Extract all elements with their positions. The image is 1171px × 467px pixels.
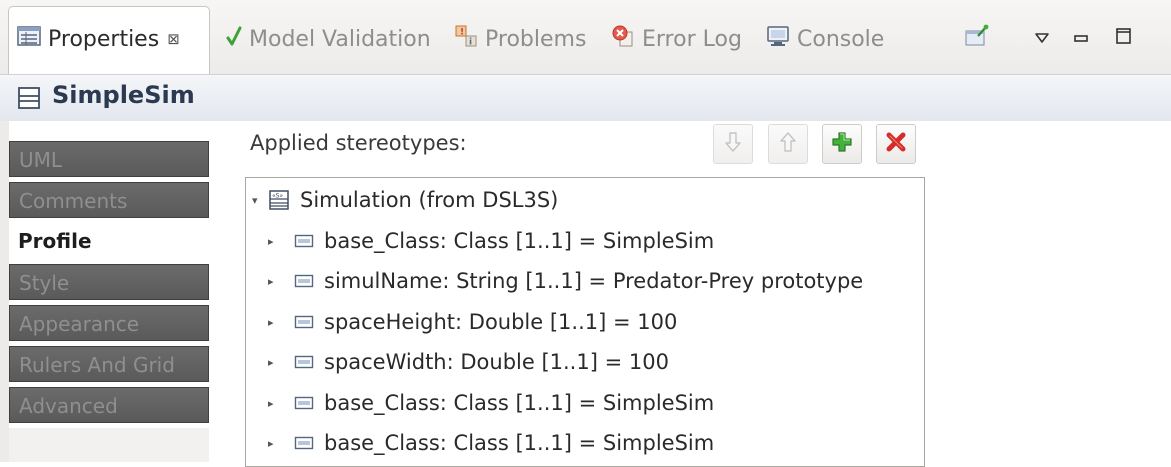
properties-icon bbox=[17, 26, 41, 52]
arrow-down-icon bbox=[724, 131, 742, 157]
tree-row-root[interactable]: ▾ «S» Simulation (from DSL3S) bbox=[252, 182, 558, 218]
stereotype-icon: «S» bbox=[268, 189, 290, 211]
tree-row-property[interactable]: ▸ spaceWidth: Double [1..1] = 100 bbox=[268, 344, 669, 380]
expand-arrow-icon[interactable]: ▸ bbox=[268, 235, 282, 248]
tab-error-log[interactable]: Error Log bbox=[611, 22, 742, 56]
move-down-button[interactable] bbox=[713, 124, 753, 164]
tree-row-property[interactable]: ▸ spaceHeight: Double [1..1] = 100 bbox=[268, 304, 677, 340]
maximize-button[interactable] bbox=[1110, 24, 1138, 52]
sidebar-item-style[interactable]: Style bbox=[9, 264, 209, 300]
tree-row-label: base_Class: Class [1..1] = SimpleSim bbox=[324, 229, 715, 253]
problems-icon: ! i bbox=[454, 24, 478, 54]
view-tab-bar: Properties ⊠ Model Validation ! i Proble… bbox=[0, 0, 1171, 75]
pin-view-button[interactable] bbox=[962, 24, 990, 52]
expand-arrow-icon[interactable]: ▸ bbox=[268, 397, 282, 410]
move-up-button[interactable] bbox=[768, 124, 808, 164]
tree-row-label: spaceHeight: Double [1..1] = 100 bbox=[324, 310, 678, 334]
tab-properties[interactable]: Properties ⊠ bbox=[17, 22, 180, 56]
arrow-up-icon bbox=[779, 131, 797, 157]
property-icon bbox=[294, 396, 314, 410]
sidebar-item-profile[interactable]: Profile bbox=[9, 223, 209, 259]
applied-stereotypes-label: Applied stereotypes: bbox=[250, 131, 467, 155]
tree-row-label: Simulation (from DSL3S) bbox=[300, 188, 559, 212]
sidebar-item-advanced[interactable]: Advanced bbox=[9, 387, 209, 423]
remove-stereotype-button[interactable] bbox=[876, 124, 916, 164]
console-icon bbox=[766, 25, 790, 53]
checkmark-icon bbox=[226, 25, 242, 53]
left-border bbox=[0, 121, 9, 462]
property-icon bbox=[294, 355, 314, 369]
svg-text:i: i bbox=[469, 38, 472, 48]
sidebar-item-rulers-and-grid[interactable]: Rulers And Grid bbox=[9, 346, 209, 382]
sidebar-item-appearance[interactable]: Appearance bbox=[9, 305, 209, 341]
expand-arrow-icon[interactable]: ▸ bbox=[268, 316, 282, 329]
view-menu-button[interactable] bbox=[1028, 24, 1056, 52]
property-icon bbox=[294, 274, 314, 288]
tab-label: Model Validation bbox=[249, 26, 431, 52]
tab-label: Error Log bbox=[642, 26, 742, 52]
expand-arrow-icon[interactable]: ▸ bbox=[268, 356, 282, 369]
svg-text:«S»: «S» bbox=[272, 193, 283, 200]
expand-arrow-icon[interactable]: ▸ bbox=[268, 437, 282, 450]
error-log-icon bbox=[611, 24, 635, 54]
tree-row-property[interactable]: ▸ base_Class: Class [1..1] = SimpleSim bbox=[268, 425, 714, 461]
minimize-icon bbox=[1073, 29, 1089, 48]
sidebar-item-uml[interactable]: UML bbox=[9, 141, 209, 177]
properties-header: SimpleSim bbox=[0, 74, 1171, 122]
tree-row-label: base_Class: Class [1..1] = SimpleSim bbox=[324, 431, 715, 455]
tree-row-label: spaceWidth: Double [1..1] = 100 bbox=[324, 350, 669, 374]
class-icon bbox=[17, 86, 41, 114]
add-stereotype-button[interactable] bbox=[822, 124, 862, 164]
sidebar-item-comments[interactable]: Comments bbox=[9, 182, 209, 218]
sidebar-filler bbox=[9, 428, 209, 462]
tab-label: Properties bbox=[48, 26, 160, 52]
tab-console[interactable]: Console bbox=[766, 22, 884, 56]
tree-row-property[interactable]: ▸ simulName: String [1..1] = Predator-Pr… bbox=[268, 263, 863, 299]
tree-row-label: simulName: String [1..1] = Predator-Prey… bbox=[324, 269, 864, 293]
svg-text:!: ! bbox=[460, 28, 464, 38]
tree-row-property[interactable]: ▸ base_Class: Class [1..1] = SimpleSim bbox=[268, 385, 714, 421]
tree-row-property[interactable]: ▸ base_Class: Class [1..1] = SimpleSim bbox=[268, 223, 714, 259]
close-icon[interactable]: ⊠ bbox=[167, 30, 180, 48]
pin-icon bbox=[963, 24, 989, 52]
tab-label: Problems bbox=[485, 26, 587, 52]
tab-problems[interactable]: ! i Problems bbox=[454, 22, 586, 56]
page-title: SimpleSim bbox=[52, 81, 195, 109]
property-icon bbox=[294, 234, 314, 248]
chevron-down-icon bbox=[1034, 29, 1050, 48]
property-icon bbox=[294, 315, 314, 329]
delete-icon bbox=[885, 131, 907, 157]
tree-row-label: base_Class: Class [1..1] = SimpleSim bbox=[324, 391, 715, 415]
maximize-icon bbox=[1115, 27, 1133, 49]
tab-label: Console bbox=[797, 26, 885, 52]
minimize-button[interactable] bbox=[1067, 24, 1095, 52]
property-icon bbox=[294, 436, 314, 450]
tab-model-validation[interactable]: Model Validation bbox=[226, 22, 431, 56]
stereotype-tree[interactable]: ▾ «S» Simulation (from DSL3S) ▸ base_Cla… bbox=[245, 177, 925, 467]
collapse-arrow-icon[interactable]: ▾ bbox=[252, 194, 266, 207]
plus-icon bbox=[831, 131, 853, 157]
expand-arrow-icon[interactable]: ▸ bbox=[268, 275, 282, 288]
